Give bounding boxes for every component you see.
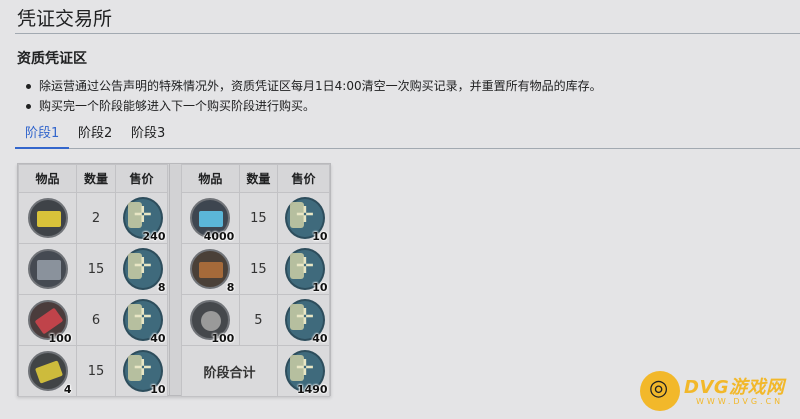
watermark-text: DVG游戏网 bbox=[684, 377, 785, 398]
voucher-icon: 40 bbox=[119, 297, 166, 345]
column-header-price: 售价 bbox=[277, 164, 330, 193]
item-count: 4 bbox=[63, 383, 72, 396]
qty-cell: 2 bbox=[76, 192, 116, 244]
price-value: 240 bbox=[142, 230, 166, 243]
blue-crystal-icon[interactable]: 4000 bbox=[187, 195, 235, 243]
voucher-icon: 1490 bbox=[281, 348, 328, 396]
gamepad-logo-icon bbox=[640, 371, 680, 411]
page-title: 凭证交易所 bbox=[17, 8, 113, 30]
item-count: 100 bbox=[48, 332, 72, 345]
stage-total-value: 1490 bbox=[296, 383, 328, 396]
voucher-icon: 8 bbox=[119, 246, 166, 294]
price-value: 40 bbox=[312, 332, 328, 345]
voucher-icon: 10 bbox=[281, 195, 328, 243]
watermark-subtext: WWW.DVG.CN bbox=[696, 397, 784, 406]
column-header-qty: 数量 bbox=[238, 164, 279, 193]
tab-stage-2[interactable]: 阶段2 bbox=[68, 124, 122, 149]
table-row: 4 15 10 bbox=[18, 345, 168, 397]
price-value: 40 bbox=[150, 332, 166, 345]
price-value: 8 bbox=[157, 281, 166, 294]
grey-box-icon[interactable] bbox=[25, 246, 71, 292]
brown-alloy-icon[interactable]: 8 bbox=[187, 246, 235, 294]
table-row: 8 15 10 bbox=[181, 243, 330, 295]
voucher-icon: 10 bbox=[281, 246, 328, 294]
price-value: 10 bbox=[312, 281, 328, 294]
price-value: 10 bbox=[312, 230, 328, 243]
tab-stage-3[interactable]: 阶段3 bbox=[121, 124, 175, 149]
item-count: 8 bbox=[226, 281, 235, 294]
shop-table-right: 物品 数量 售价 4000 15 10 8 15 10 100 5 40 阶段合… bbox=[180, 164, 330, 397]
column-header-item: 物品 bbox=[181, 164, 240, 193]
note-item: 购买完一个阶段能够进入下一个购买阶段进行购买。 bbox=[26, 96, 602, 116]
shop-table-left: 物品 数量 售价 2 240 15 8 100 6 40 4 15 10 bbox=[18, 164, 168, 397]
column-header-price: 售价 bbox=[115, 164, 168, 193]
table-row: 4000 15 10 bbox=[181, 192, 330, 244]
stage-total-label: 阶段合计 bbox=[180, 345, 279, 397]
price-value: 10 bbox=[150, 383, 166, 396]
notes-list: 除运营通过公告声明的特殊情况外，资质凭证区每月1日4:00清空一次购买记录，并重… bbox=[26, 76, 602, 116]
voucher-icon: 240 bbox=[119, 195, 166, 243]
table-row: 15 8 bbox=[18, 243, 168, 295]
qty-cell: 15 bbox=[238, 243, 279, 295]
qty-cell: 15 bbox=[76, 345, 116, 397]
column-header-item: 物品 bbox=[18, 164, 77, 193]
section-title: 资质凭证区 bbox=[17, 51, 87, 67]
qty-cell: 15 bbox=[76, 243, 116, 295]
note-item: 除运营通过公告声明的特殊情况外，资质凭证区每月1日4:00清空一次购买记录，并重… bbox=[26, 76, 602, 96]
item-count: 4000 bbox=[203, 230, 235, 243]
qty-cell: 15 bbox=[238, 192, 279, 244]
item-count: 100 bbox=[211, 332, 235, 345]
table-row: 100 5 40 bbox=[181, 294, 330, 346]
voucher-icon: 40 bbox=[281, 297, 328, 345]
table-row: 2 240 bbox=[18, 192, 168, 244]
yellow-chip-icon[interactable]: 4 bbox=[25, 348, 72, 396]
voucher-icon: 10 bbox=[119, 348, 166, 396]
red-material-icon[interactable]: 100 bbox=[25, 297, 72, 345]
table-divider bbox=[169, 164, 170, 395]
yellow-device-icon[interactable] bbox=[25, 195, 71, 241]
qty-cell: 6 bbox=[76, 294, 116, 346]
title-divider bbox=[15, 33, 800, 34]
table-row: 阶段合计 1490 bbox=[180, 345, 330, 397]
stage-tabs: 阶段1 阶段2 阶段3 bbox=[15, 122, 800, 149]
site-watermark: DVG游戏网 WWW.DVG.CN bbox=[640, 369, 790, 413]
tab-stage-1[interactable]: 阶段1 bbox=[15, 124, 70, 149]
table-row: 100 6 40 bbox=[18, 294, 168, 346]
column-header-qty: 数量 bbox=[76, 164, 116, 193]
shop-panel: 物品 数量 售价 2 240 15 8 100 6 40 4 15 10 物品 … bbox=[17, 163, 331, 397]
qty-cell: 5 bbox=[238, 294, 279, 346]
grey-ore-icon[interactable]: 100 bbox=[187, 297, 235, 345]
